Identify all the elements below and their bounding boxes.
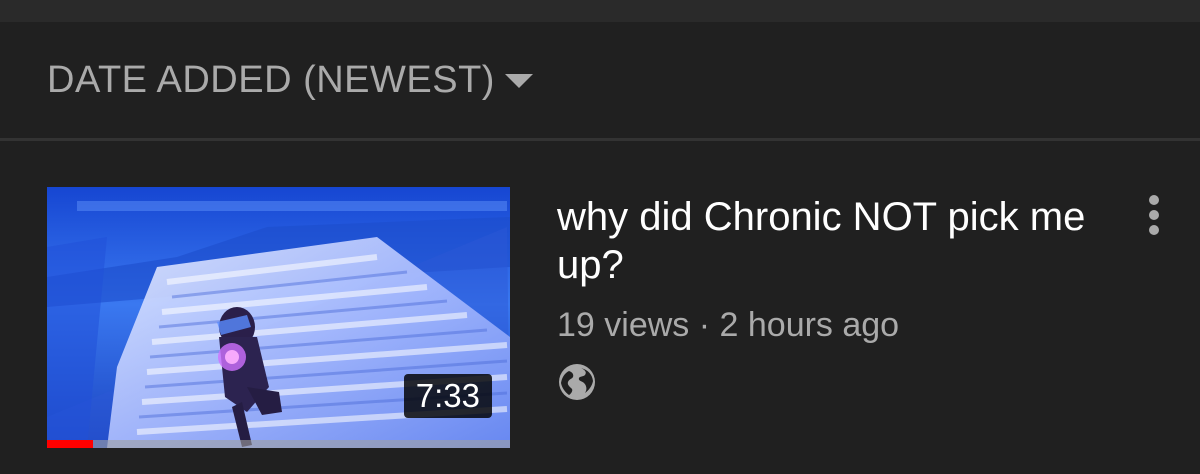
duration-badge: 7:33 — [403, 374, 492, 418]
sort-label[interactable]: DATE ADDED (NEWEST) — [47, 58, 495, 102]
meta-separator: · — [698, 306, 711, 344]
video-thumbnail[interactable]: 7:33 — [47, 187, 510, 448]
upload-time: 2 hours ago — [719, 306, 900, 344]
caret-down-icon[interactable] — [505, 74, 533, 88]
video-list-item[interactable]: 7:33 why did Chronic NOT pick me up? 19 … — [0, 141, 1200, 474]
video-meta: 19 views · 2 hours ago — [557, 305, 899, 345]
top-strip — [0, 0, 1200, 22]
sort-bar[interactable]: DATE ADDED (NEWEST) — [0, 22, 1200, 138]
more-vert-icon[interactable] — [1138, 193, 1170, 237]
watch-progress-bar — [47, 440, 510, 448]
view-count: 19 views — [557, 306, 690, 344]
video-title[interactable]: why did Chronic NOT pick me up? — [557, 193, 1117, 289]
watch-progress-fill — [47, 440, 94, 448]
globe-icon — [557, 362, 597, 402]
